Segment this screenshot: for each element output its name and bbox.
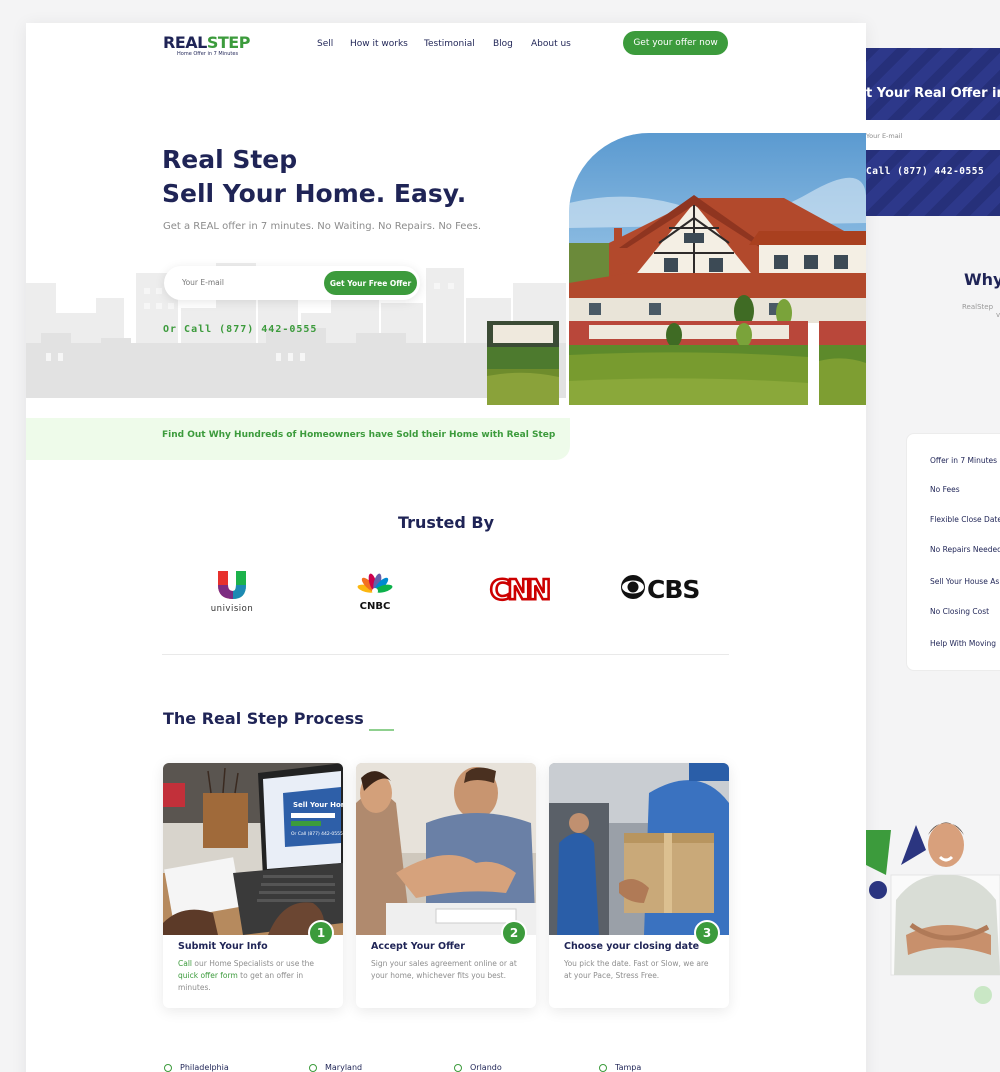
logo-wordmark: REALSTEP (163, 33, 253, 52)
hero-title-line1: Real Step (162, 145, 298, 174)
quick-offer-form-link[interactable]: quick offer form (178, 971, 238, 980)
process-card-closing[interactable]: 3 Choose your closing date You pick the … (549, 763, 729, 1008)
trusted-by-heading: Trusted By (397, 513, 495, 532)
process-heading-underline (369, 729, 394, 731)
step-description-text: our Home Specialists or use the (192, 959, 315, 968)
benefit-item: No Repairs Needed (930, 545, 1000, 554)
logo-word-real: REAL (163, 33, 207, 52)
landing-page-mockup: REALSTEP Home Offer in 7 Minutes Sell Ho… (26, 23, 866, 1072)
house-strip-photo-left (487, 321, 559, 405)
city-maryland[interactable]: Maryland (309, 1063, 362, 1072)
handshake-photo (356, 763, 536, 935)
step-title: Accept Your Offer (371, 941, 465, 952)
get-offer-nav-button[interactable]: Get your offer now (623, 31, 728, 55)
why-subtitle-text2: v (996, 311, 1000, 319)
why-subtitle: RealStep v (962, 303, 1000, 319)
city-name: Orlando (470, 1063, 502, 1072)
benefit-item: Help With Moving (930, 639, 996, 648)
univision-logo: univision (204, 567, 260, 619)
smiling-man-illustration (866, 822, 1000, 1004)
cbs-logo-text: CBS (647, 575, 699, 602)
cbs-logo: CBS (620, 572, 708, 606)
hero-email-input[interactable]: Your E-mail (182, 278, 224, 287)
offer-banner: t Your Real Offer in (866, 48, 1000, 120)
cnn-logo: CNN (488, 571, 553, 611)
city-orlando[interactable]: Orlando (454, 1063, 502, 1072)
call-link[interactable]: Call (178, 959, 192, 968)
house-strip-photo-center (569, 321, 808, 405)
process-card-submit[interactable]: Sell Your Home Or Call (877) 442-0555 1 … (163, 763, 343, 1008)
hero-title-line2: Sell Your Home. Easy. (162, 179, 467, 208)
laptop-screen-call: Or Call (877) 442-0555 (291, 831, 343, 837)
why-heading: Why (964, 270, 1000, 289)
step-description: Sign your sales agreement online or at y… (371, 959, 517, 980)
location-pin-icon (454, 1063, 462, 1072)
location-pin-icon (164, 1063, 172, 1072)
laptop-screen-title: Sell Your Home (293, 801, 343, 809)
hero-title: Real Step Sell Your Home. Easy. (162, 143, 466, 211)
secondary-email-input[interactable]: Your E-mail (866, 132, 902, 140)
cnbc-logo-text: CNBC (360, 601, 391, 612)
city-tampa[interactable]: Tampa (599, 1063, 641, 1072)
benefit-item: No Fees (930, 485, 960, 494)
city-philadelphia[interactable]: Philadelphia (164, 1063, 229, 1072)
process-card-accept[interactable]: 2 Accept Your Offer Sign your sales agre… (356, 763, 536, 1008)
hero-call-link[interactable]: Or Call (877) 442-0555 (163, 324, 317, 335)
offer-banner-title: t Your Real Offer in (866, 86, 1000, 101)
hero-subtitle: Get a REAL offer in 7 minutes. No Waitin… (163, 221, 481, 232)
univision-logo-text: univision (211, 604, 253, 614)
step-number-badge: 2 (501, 920, 527, 946)
step-title: Choose your closing date (564, 941, 700, 952)
benefit-item: Sell Your House As (930, 577, 1000, 586)
realstep-logo[interactable]: REALSTEP Home Offer in 7 Minutes (163, 33, 253, 57)
nav-item-how-it-works[interactable]: How it works (350, 39, 408, 49)
step-description: Call our Home Specialists or use the qui… (178, 958, 328, 994)
laptop-workspace-photo: Sell Your Home Or Call (877) 442-0555 (163, 763, 343, 935)
step-description: You pick the date. Fast or Slow, we are … (564, 959, 709, 980)
section-divider (162, 654, 729, 655)
call-banner: Call (877) 442-0555 (866, 150, 1000, 216)
location-pin-icon (309, 1063, 317, 1072)
process-heading: The Real Step Process (163, 709, 364, 728)
secondary-page-offer-panel: t Your Real Offer in Your E-mail Call (8… (866, 48, 1000, 216)
nav-item-blog[interactable]: Blog (493, 39, 513, 49)
nav-item-testimonial[interactable]: Testimonial (424, 39, 475, 49)
secondary-call-link[interactable]: Call (877) 442-0555 (866, 166, 984, 177)
step-number-badge: 1 (308, 920, 334, 946)
city-name: Philadelphia (180, 1063, 229, 1072)
nav-item-sell[interactable]: Sell (317, 39, 333, 49)
location-pin-icon (599, 1063, 607, 1072)
benefit-item: No Closing Cost (930, 607, 990, 616)
benefits-list: Offer in 7 Minutes No Fees Flexible Clos… (906, 433, 1000, 671)
find-out-link[interactable]: Find Out Why Hundreds of Homeowners have… (162, 430, 555, 440)
city-name: Maryland (325, 1063, 363, 1072)
get-free-offer-button[interactable]: Get Your Free Offer (324, 271, 417, 295)
house-photo (569, 133, 866, 323)
city-name: Tampa (615, 1063, 642, 1072)
cnn-logo-text: CNN (490, 573, 549, 606)
step-title: Submit Your Info (178, 941, 268, 952)
movers-photo (549, 763, 729, 935)
benefit-item: Flexible Close Date (930, 515, 1000, 524)
house-strip-photo-right (819, 321, 866, 405)
hero-email-form: Your E-mail Get Your Free Offer (164, 266, 420, 300)
nav-item-about-us[interactable]: About us (531, 39, 571, 49)
cnbc-logo: CNBC (348, 569, 404, 621)
why-subtitle-text: RealStep (962, 303, 994, 311)
logo-word-step: STEP (206, 33, 251, 52)
benefit-item: Offer in 7 Minutes (930, 456, 998, 465)
